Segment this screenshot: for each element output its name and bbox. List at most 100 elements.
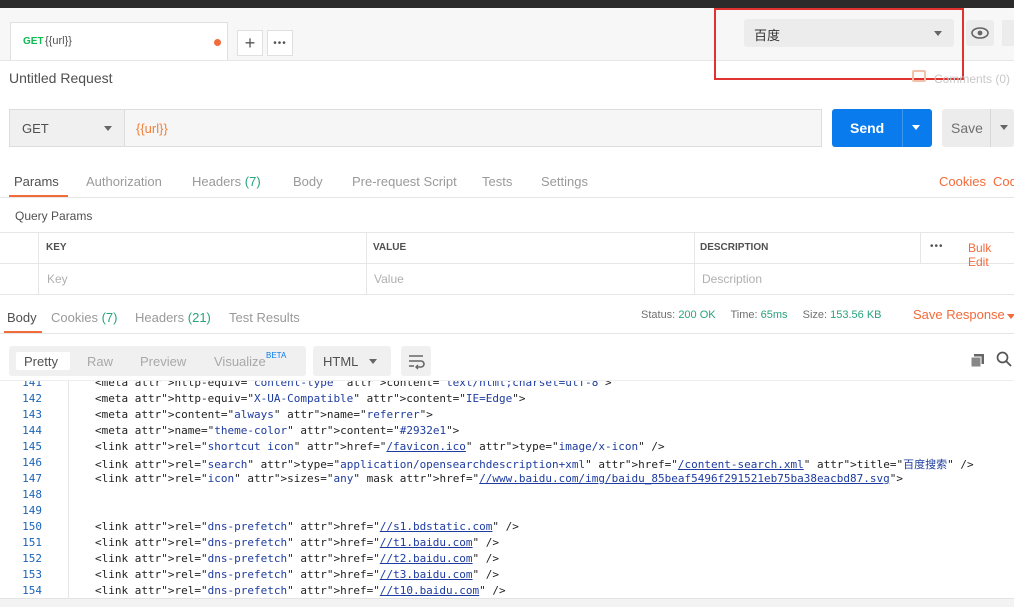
- save-options-chevron-icon[interactable]: [1000, 125, 1008, 130]
- copy-icon[interactable]: [970, 353, 985, 368]
- tab-body[interactable]: Body: [293, 174, 323, 189]
- param-value-input[interactable]: Value: [374, 272, 404, 286]
- size-value: 153.56 KB: [830, 309, 882, 321]
- send-divider: [902, 109, 903, 147]
- params-col-key: KEY: [46, 242, 67, 253]
- save-response-label: Save Response: [913, 307, 1005, 322]
- tab-settings[interactable]: Settings: [541, 174, 588, 189]
- tab-method: GET: [23, 36, 44, 47]
- code-line: <link attr">rel="icon" attr">sizes="any"…: [95, 472, 904, 485]
- comments-link[interactable]: Comments (0): [934, 72, 1010, 86]
- params-col-divider: [920, 232, 921, 263]
- language-select[interactable]: HTML: [313, 346, 391, 376]
- line-number: 141: [22, 380, 42, 389]
- comment-icon: [912, 70, 926, 82]
- line-number: 145: [22, 440, 42, 453]
- query-params-heading: Query Params: [15, 209, 93, 223]
- format-visualize[interactable]: Visualize: [214, 354, 266, 369]
- request-title[interactable]: Untitled Request: [9, 70, 113, 86]
- format-preview[interactable]: Preview: [140, 354, 186, 369]
- send-options-chevron-icon[interactable]: [912, 125, 920, 130]
- format-raw[interactable]: Raw: [87, 354, 113, 369]
- response-tab-cookies[interactable]: Cookies (7): [51, 310, 117, 325]
- status-value: 200 OK: [678, 309, 716, 321]
- response-body-editor[interactable]: 141 <meta attr">http-equiv="content-type"…: [0, 380, 1014, 599]
- params-col-divider: [694, 232, 695, 294]
- url-input[interactable]: {{url}}: [125, 109, 822, 147]
- response-headers-count: (21): [187, 310, 211, 325]
- divider: [0, 197, 1014, 198]
- tab-authorization[interactable]: Authorization: [86, 174, 162, 189]
- line-number: 152: [22, 552, 42, 565]
- status-label: Status:: [641, 309, 676, 321]
- code-line: <link attr">rel="dns-prefetch" attr">hre…: [95, 584, 506, 597]
- code-line: <link attr">rel="shortcut icon" attr">hr…: [95, 440, 665, 453]
- response-tab-headers[interactable]: Headers (21): [135, 310, 211, 325]
- params-col-divider: [38, 232, 39, 294]
- response-meta: Status: 200 OK Time: 65ms Size: 153.56 K…: [641, 309, 882, 321]
- save-response-button[interactable]: Save Response: [913, 307, 1005, 322]
- response-tab-headers-label: Headers: [135, 310, 185, 325]
- tab-headers[interactable]: Headers (7): [192, 174, 261, 189]
- line-number: 150: [22, 520, 42, 533]
- line-number: 149: [22, 504, 42, 517]
- tab-params[interactable]: Params: [14, 174, 59, 189]
- code-line: <link attr">rel="dns-prefetch" attr">hre…: [95, 536, 500, 549]
- wrap-lines-button[interactable]: [401, 346, 431, 376]
- params-col-description: DESCRIPTION: [700, 242, 769, 253]
- params-table-mid: [0, 263, 1014, 264]
- url-value: {{url}}: [136, 121, 168, 136]
- search-icon[interactable]: [996, 351, 1012, 367]
- code-line: <meta attr">content="always" attr">name=…: [95, 408, 433, 421]
- annotation-highlight-box: [714, 8, 964, 80]
- code-line: <link attr">rel="dns-prefetch" attr">hre…: [95, 568, 500, 581]
- response-tab-body[interactable]: Body: [7, 310, 37, 325]
- save-button[interactable]: Save: [942, 109, 1014, 147]
- unsaved-dot-icon: [214, 39, 221, 46]
- environment-quick-look-button[interactable]: [966, 20, 994, 46]
- method-label: GET: [22, 121, 49, 136]
- manage-environments-button[interactable]: [1002, 20, 1014, 46]
- code-line: <link attr">rel="search" attr">type="app…: [95, 458, 974, 471]
- bulk-edit-link[interactable]: Bulk Edit: [968, 241, 1014, 269]
- new-tab-button[interactable]: +: [237, 30, 263, 56]
- visualize-beta-badge: BETA: [266, 351, 287, 360]
- time-value: 65ms: [760, 309, 788, 321]
- chevron-down-icon: [104, 126, 112, 131]
- param-description-input[interactable]: Description: [702, 272, 762, 286]
- plus-icon: +: [244, 32, 256, 53]
- cookies-link[interactable]: Cookies: [939, 174, 986, 189]
- tab-headers-label: Headers: [192, 174, 242, 189]
- line-number: 148: [22, 488, 42, 501]
- tab-tests[interactable]: Tests: [482, 174, 512, 189]
- param-key-input[interactable]: Key: [47, 272, 68, 286]
- code-link[interactable]: Code: [993, 174, 1014, 189]
- tab-options-button[interactable]: •••: [267, 30, 293, 56]
- line-number: 143: [22, 408, 42, 421]
- time-label: Time:: [730, 309, 758, 321]
- save-response-chevron-icon[interactable]: [1007, 314, 1014, 319]
- params-col-divider: [366, 232, 367, 294]
- params-more-icon[interactable]: •••: [930, 241, 944, 252]
- save-divider: [990, 109, 991, 147]
- send-button[interactable]: Send: [832, 109, 932, 147]
- response-tab-cookies-label: Cookies: [51, 310, 98, 325]
- tab-headers-count: (7): [244, 174, 261, 189]
- line-number: 146: [22, 456, 42, 469]
- tab-prerequest-script[interactable]: Pre-request Script: [352, 174, 457, 189]
- code-line: <link attr">rel="dns-prefetch" attr">hre…: [95, 552, 500, 565]
- response-tab-test-results[interactable]: Test Results: [229, 310, 300, 325]
- chevron-down-icon: [369, 359, 377, 364]
- language-label: HTML: [323, 354, 359, 369]
- request-tab[interactable]: GET {{url}}: [10, 22, 228, 60]
- code-line: <meta attr">http-equiv="X-UA-Compatible"…: [95, 392, 526, 405]
- method-select[interactable]: GET: [9, 109, 125, 147]
- window-top-bar: [0, 0, 1014, 8]
- line-number: 147: [22, 472, 42, 485]
- line-number: 151: [22, 536, 42, 549]
- line-number: 154: [22, 584, 42, 597]
- more-icon: •••: [273, 37, 287, 49]
- format-pretty[interactable]: Pretty: [24, 354, 58, 369]
- save-label: Save: [951, 120, 983, 136]
- line-number: 144: [22, 424, 42, 437]
